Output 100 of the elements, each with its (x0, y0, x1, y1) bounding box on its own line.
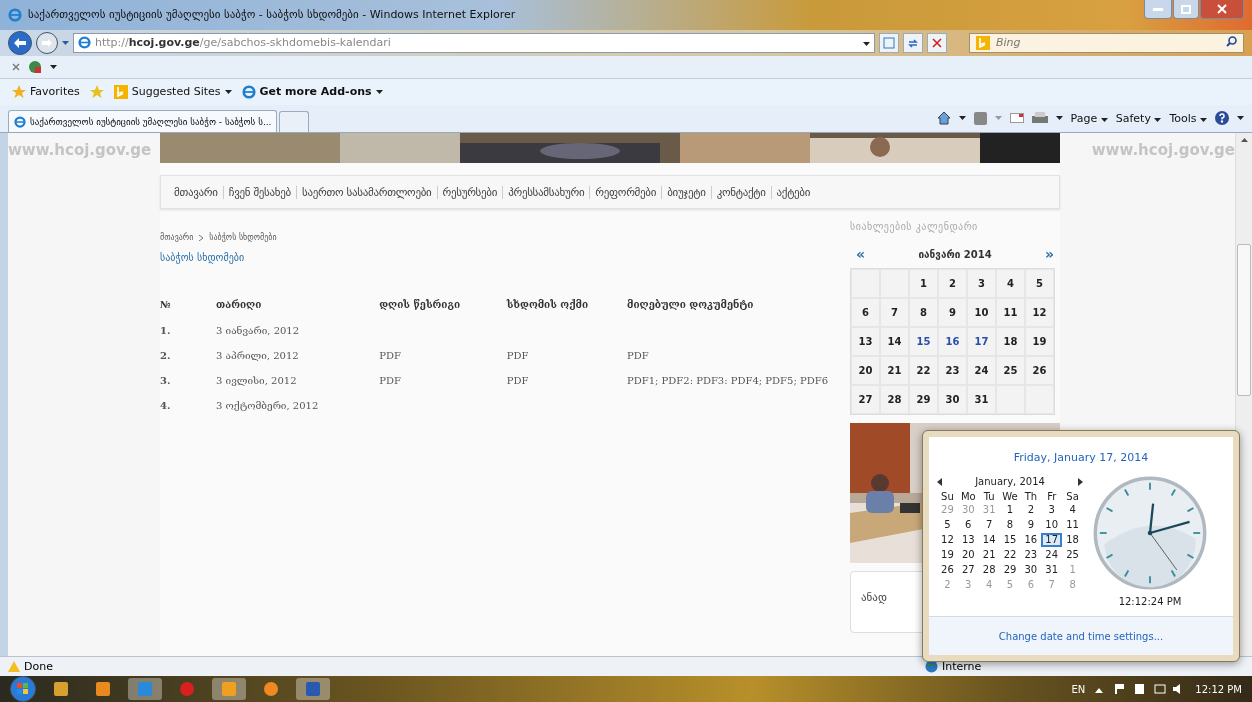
calendar-day[interactable]: 4 (1062, 503, 1083, 517)
calendar-day[interactable]: 28 (880, 385, 909, 415)
address-field[interactable]: http://hcoj.gov.ge/ge/sabchos-skhdomebis-kalendari (73, 32, 875, 53)
browser-tab[interactable]: საქართველოს იუსტიციის უმაღლესი საბჭო - საბჭოს ს... (8, 110, 278, 133)
command-menu[interactable]: Page (1070, 112, 1108, 125)
calendar-day[interactable]: 13 (851, 327, 880, 357)
calendar-day[interactable]: 12 (937, 533, 958, 547)
calendar-day[interactable]: 23 (938, 356, 967, 386)
close-button[interactable] (1200, 0, 1244, 19)
home-icon[interactable] (936, 111, 951, 126)
calendar-day[interactable]: 7 (880, 298, 909, 328)
calendar-day[interactable]: 24 (967, 356, 996, 386)
calendar-day[interactable]: 2 (938, 269, 967, 299)
back-button[interactable] (8, 30, 32, 55)
previous-month-icon[interactable] (937, 477, 942, 486)
feed-icon[interactable] (973, 112, 987, 125)
nav-link[interactable]: რეფორმები (589, 185, 662, 199)
calendar-day[interactable]: 22 (909, 356, 938, 386)
nav-link[interactable]: რესურსები (436, 185, 503, 199)
calendar-day[interactable]: 30 (938, 385, 967, 415)
command-menu[interactable]: Tools (1169, 112, 1207, 125)
calendar-day[interactable]: 30 (1020, 563, 1042, 577)
calendar-day[interactable]: 27 (957, 563, 979, 577)
help-icon[interactable] (1215, 111, 1229, 126)
calendar-day[interactable]: 15 (999, 533, 1021, 547)
calendar-day[interactable]: 4 (996, 269, 1025, 299)
next-month-icon[interactable] (1078, 477, 1083, 486)
calendar-day[interactable]: 21 (880, 356, 909, 386)
taskbar-clock[interactable]: 12:12 PM (1195, 683, 1242, 695)
calendar-day[interactable]: 17 (967, 327, 996, 357)
calendar-day[interactable]: 20 (851, 356, 880, 386)
breadcrumb-link[interactable]: მთავარი (160, 233, 194, 243)
calendar-day[interactable]: 9 (1020, 518, 1042, 532)
calendar-day[interactable]: 14 (880, 327, 909, 357)
calendar-day[interactable]: 1 (909, 269, 938, 299)
calendar-day[interactable]: 6 (851, 298, 880, 328)
calendar-day[interactable]: 31 (967, 385, 996, 415)
calendar-day[interactable]: 26 (1025, 356, 1054, 386)
calendar-day[interactable]: 16 (938, 327, 967, 357)
calendar-day[interactable]: 11 (1062, 518, 1083, 532)
calendar-day[interactable]: 11 (996, 298, 1025, 328)
pdf-link[interactable]: PDF (379, 350, 401, 362)
calendar-day[interactable]: 10 (1041, 518, 1063, 532)
calendar-day[interactable]: 18 (996, 327, 1025, 357)
new-tab-button[interactable] (279, 111, 310, 133)
calendar-day[interactable]: 8 (909, 298, 938, 328)
calendar-day[interactable]: 19 (1025, 327, 1054, 357)
calendar-day[interactable]: 26 (937, 563, 958, 577)
calendar-day[interactable]: 5 (1025, 269, 1054, 299)
settings-link[interactable]: Change date and time settings... (998, 630, 1164, 642)
favorites-bar-item[interactable]: Get more Add-ons (241, 84, 383, 99)
month-label[interactable]: January, 2014 (975, 476, 1045, 487)
calendar-day[interactable]: 16 (1020, 533, 1042, 547)
calendar-day[interactable]: 18 (1062, 533, 1083, 547)
globe-icon[interactable] (28, 59, 42, 74)
calendar-day[interactable]: 20 (957, 548, 979, 562)
calendar-day[interactable]: 3 (967, 269, 996, 299)
nav-link[interactable]: ბიუჯეტი (661, 185, 711, 199)
scroll-up-icon[interactable] (1240, 138, 1248, 143)
calendar-day[interactable]: 13 (957, 533, 979, 547)
calendar-day[interactable]: 29 (909, 385, 938, 415)
pdf-link[interactable]: PDF (627, 350, 649, 362)
minimize-button[interactable] (1144, 0, 1172, 19)
favorites-bar-item[interactable]: Suggested Sites (113, 84, 232, 99)
calendar-day[interactable]: 2 (1020, 503, 1042, 517)
calendar-day[interactable]: 3 (1041, 503, 1063, 517)
calendar-day[interactable]: 17 (1041, 533, 1063, 547)
calendar-day[interactable]: 19 (937, 548, 958, 562)
calendar-day[interactable]: 23 (1020, 548, 1042, 562)
calendar-day[interactable]: 6 (957, 518, 979, 532)
search-field[interactable]: Bing (969, 32, 1244, 53)
printer-icon[interactable] (1031, 112, 1048, 125)
calendar-day[interactable]: 14 (978, 533, 1000, 547)
pdf-link[interactable]: PDF (379, 375, 401, 387)
nav-link[interactable]: კონტაქტი (710, 185, 771, 199)
calendar-day[interactable]: 9 (938, 298, 967, 328)
calendar-day[interactable]: 7 (978, 518, 1000, 532)
nav-link[interactable]: პრესსამსახური (502, 185, 590, 199)
previous-month-link[interactable]: « (856, 246, 866, 263)
language-indicator[interactable]: EN (1071, 683, 1086, 695)
calendar-day[interactable]: 25 (1062, 548, 1083, 562)
calendar-day[interactable]: 15 (909, 327, 938, 357)
command-menu[interactable]: Safety (1115, 112, 1162, 125)
nav-link[interactable]: აქტები (770, 185, 816, 199)
breadcrumb-link[interactable]: საბჭოს სხდომები (209, 233, 277, 243)
stop-button[interactable] (927, 32, 947, 53)
calendar-day[interactable]: 22 (999, 548, 1021, 562)
refresh-button[interactable] (903, 32, 923, 53)
calendar-day[interactable]: 28 (978, 563, 1000, 577)
pdf-link[interactable]: PDF1; PDF2: PDF3: PDF4; PDF5; PDF6 (627, 375, 828, 387)
pdf-link[interactable]: PDF (506, 375, 529, 387)
calendar-day[interactable]: 1 (999, 503, 1021, 517)
calendar-day[interactable]: 31 (1041, 563, 1063, 577)
calendar-day[interactable]: 21 (978, 548, 1000, 562)
mail-icon[interactable] (1009, 113, 1024, 124)
compatibility-button[interactable] (879, 32, 899, 53)
scrollbar-thumb[interactable] (1237, 244, 1251, 397)
nav-link[interactable]: ჩვენ შესახებ (222, 185, 296, 199)
nav-link[interactable]: საერთო სასამართლოები (296, 185, 437, 199)
calendar-day[interactable]: 27 (851, 385, 880, 415)
